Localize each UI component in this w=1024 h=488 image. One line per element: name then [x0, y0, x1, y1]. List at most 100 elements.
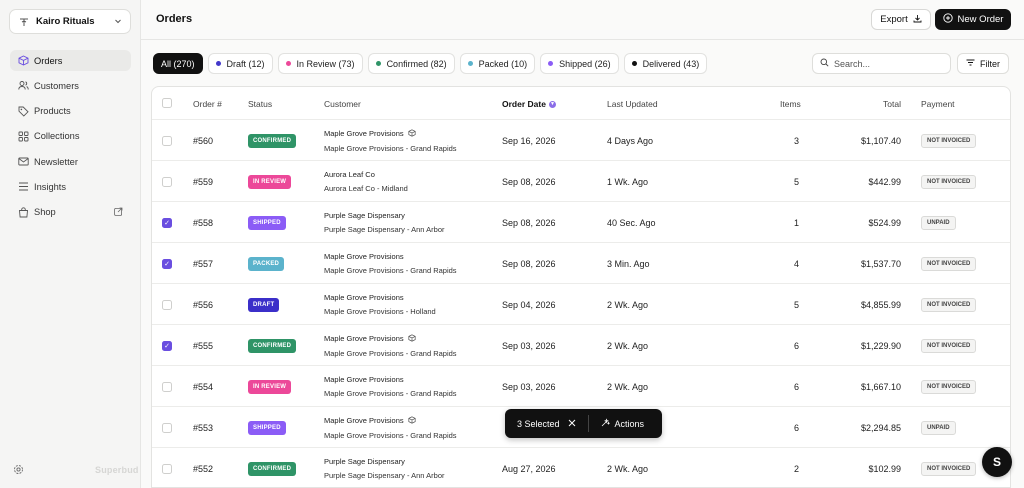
order-number[interactable]: #558: [193, 202, 213, 243]
search-input[interactable]: [834, 58, 944, 69]
col-payment[interactable]: Payment: [921, 99, 955, 109]
col-total[interactable]: Total: [883, 99, 901, 109]
sidebar-item-label: Shop: [34, 207, 56, 218]
order-number[interactable]: #559: [193, 161, 213, 202]
col-items[interactable]: Items: [780, 99, 801, 109]
row-checkbox[interactable]: [162, 161, 172, 202]
col-order[interactable]: Order #: [193, 99, 222, 109]
order-number[interactable]: #560: [193, 120, 213, 161]
customer-name: Maple Grove Provisions: [324, 129, 404, 138]
row-checkbox[interactable]: ✓: [162, 202, 172, 243]
clear-selection-button[interactable]: 3 Selected: [505, 409, 588, 438]
status-badge-cell: SHIPPED: [248, 407, 286, 448]
row-checkbox[interactable]: [162, 284, 172, 325]
row-checkbox[interactable]: ✓: [162, 325, 172, 366]
selection-count: 3 Selected: [517, 418, 560, 429]
order-number[interactable]: #553: [193, 407, 213, 448]
table-row[interactable]: ✓ #557 PACKED Maple Grove Provisions Maple G…: [152, 243, 1010, 284]
customer-name: Maple Grove Provisions: [324, 334, 404, 343]
new-order-button[interactable]: New Order: [935, 9, 1011, 30]
tab-in-review[interactable]: In Review (73): [277, 53, 363, 74]
close-icon: [568, 419, 576, 429]
tab-shipped[interactable]: Shipped (26): [540, 53, 619, 74]
sidebar-item-insights[interactable]: Insights: [10, 176, 131, 197]
sidebar-item-newsletter[interactable]: Newsletter: [10, 151, 131, 172]
table-row[interactable]: #559 IN REVIEW Aurora Leaf Co Aurora Leaf C…: [152, 161, 1010, 202]
row-checkbox[interactable]: [162, 366, 172, 407]
tab-draft[interactable]: Draft (12): [207, 53, 273, 74]
workspace-name: Kairo Rituals: [36, 16, 95, 27]
assistant-fab-button[interactable]: S: [982, 447, 1012, 477]
plus-circle-icon: [942, 13, 953, 26]
order-date: Sep 08, 2026: [502, 176, 556, 187]
sidebar-item-customers[interactable]: Customers: [10, 75, 131, 96]
order-number[interactable]: #556: [193, 284, 213, 325]
actions-button[interactable]: Actions: [589, 418, 644, 429]
col-status[interactable]: Status: [248, 99, 272, 109]
row-checkbox[interactable]: ✓: [162, 243, 172, 284]
customer-name-wrap: Maple Grove Provisions: [324, 128, 416, 139]
status-dot: [375, 61, 381, 66]
status-badge-cell: CONFIRMED: [248, 448, 297, 487]
order-number[interactable]: #555: [193, 325, 213, 366]
status-badge: SHIPPED: [248, 215, 286, 230]
filter-icon: [966, 58, 975, 69]
payment-badge: NOT INVOICED: [921, 338, 977, 353]
sidebar-item-products[interactable]: Products: [10, 101, 131, 122]
sidebar-item-orders[interactable]: Orders: [10, 50, 131, 71]
payment-badge-cell: NOT INVOICED: [921, 366, 977, 407]
select-all-checkbox[interactable]: [162, 98, 172, 108]
order-date: Sep 03, 2026: [502, 340, 556, 351]
payment-badge-cell: NOT INVOICED: [921, 161, 977, 202]
customer-name-wrap: Purple Sage Dispensary: [324, 211, 405, 220]
download-icon: [913, 14, 922, 26]
status-dot: [285, 61, 291, 66]
order-number[interactable]: #554: [193, 366, 213, 407]
order-date: Sep 08, 2026: [502, 217, 556, 228]
tab-packed[interactable]: Packed (10): [459, 53, 536, 74]
sidebar-item-collections[interactable]: Collections: [10, 126, 131, 147]
tab-label: Packed (10): [478, 58, 528, 69]
settings-gear-icon[interactable]: [13, 464, 24, 478]
order-number[interactable]: #557: [193, 243, 213, 284]
last-updated: 2 Wk. Ago: [607, 299, 649, 310]
order-date: Aug 27, 2026: [502, 463, 556, 474]
new-order-label: New Order: [957, 14, 1004, 25]
customer-name: Maple Grove Provisions: [324, 293, 404, 302]
external-link-icon[interactable]: [114, 207, 123, 218]
col-customer[interactable]: Customer: [324, 99, 361, 109]
tab-delivered[interactable]: Delivered (43): [623, 53, 708, 74]
table-row[interactable]: #560 CONFIRMED Maple Grove Provisions Maple…: [152, 120, 1010, 161]
tab-all[interactable]: All (270): [153, 53, 203, 74]
tab-label: Delivered (43): [642, 58, 700, 69]
table-header: Order # Status Customer Order Date ▼ Last…: [152, 87, 1010, 120]
workspace-switcher[interactable]: Kairo Rituals: [9, 9, 131, 34]
last-updated: 40 Sec. Ago: [607, 217, 656, 228]
filter-button[interactable]: Filter: [957, 53, 1009, 74]
export-button[interactable]: Export: [871, 9, 931, 30]
customer-location: Maple Grove Provisions - Grand Rapids: [324, 143, 457, 153]
table-row[interactable]: #552 CONFIRMED Purple Sage Dispensary Purpl…: [152, 448, 1010, 487]
payment-badge-cell: NOT INVOICED: [921, 284, 977, 325]
table-row[interactable]: #556 DRAFT Maple Grove Provisions Maple Gro…: [152, 284, 1010, 325]
table-row[interactable]: ✓ #555 CONFIRMED Maple Grove Provisions Mapl…: [152, 325, 1010, 366]
row-checkbox[interactable]: [162, 407, 172, 448]
sidebar-item-shop[interactable]: Shop: [10, 202, 131, 223]
tab-confirmed[interactable]: Confirmed (82): [367, 53, 455, 74]
row-checkbox[interactable]: [162, 120, 172, 161]
row-checkbox[interactable]: [162, 448, 172, 487]
brand-logo: Superbud: [95, 465, 139, 475]
table-row[interactable]: ✓ #558 SHIPPED Purple Sage Dispensary Purple…: [152, 202, 1010, 243]
order-total: $1,229.90: [860, 340, 901, 351]
search-box[interactable]: [812, 53, 951, 74]
customer-cell: Aurora Leaf Co Aurora Leaf Co - Midland: [324, 161, 408, 202]
item-count: 6: [793, 340, 799, 351]
customer-location: Maple Grove Provisions - Grand Rapids: [324, 266, 457, 275]
order-number[interactable]: #552: [193, 448, 213, 487]
table-row[interactable]: #554 IN REVIEW Maple Grove Provisions Maple…: [152, 366, 1010, 407]
col-order-date[interactable]: Order Date ▼: [502, 99, 556, 109]
payment-badge-cell: UNPAID: [921, 202, 956, 243]
payment-badge: NOT INVOICED: [921, 461, 977, 476]
col-last-updated[interactable]: Last Updated: [607, 99, 658, 109]
last-updated: 1 Wk. Ago: [607, 176, 649, 187]
